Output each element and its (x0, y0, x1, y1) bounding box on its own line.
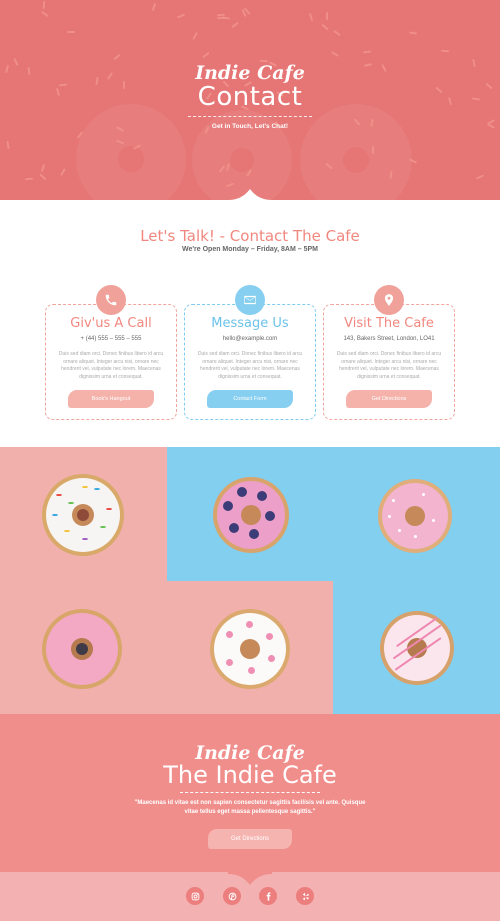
hero-sprinkle (330, 51, 339, 58)
hero-notch (228, 189, 272, 200)
get-directions-button[interactable]: Get Directions (346, 390, 432, 408)
donut-image (42, 474, 124, 556)
phone-icon (96, 285, 126, 315)
yelp-icon[interactable] (296, 887, 314, 905)
email-address[interactable]: hello@example.com (185, 336, 315, 342)
street-address: 143, Bakers Street, London, LO41 (343, 336, 435, 342)
get-directions-button[interactable]: Get Directions (208, 829, 292, 849)
donut-gallery (0, 447, 500, 714)
book-hangout-button[interactable]: Book's Hangout (68, 390, 154, 408)
phone-number[interactable]: + (44) 555 – 555 – 555 (46, 336, 176, 342)
pinterest-icon[interactable] (223, 887, 241, 905)
opening-hours: We're Open Monday – Friday, 8AM – 5PM (182, 246, 318, 253)
facebook-icon[interactable] (259, 887, 277, 905)
hero-sprinkle (362, 50, 371, 54)
hero-sprinkle (333, 29, 341, 37)
cafe-title: The Indie Cafe (163, 761, 337, 789)
donut-image (42, 609, 122, 689)
hero-sprinkle (60, 167, 66, 176)
hero-sprinkle (6, 140, 10, 149)
hero-sprinkle (151, 2, 156, 11)
hero-sprinkle (230, 21, 239, 28)
hero-sprinkle (42, 0, 46, 10)
envelope-icon (235, 285, 265, 315)
hero-sprinkle (67, 31, 76, 34)
contact-card-visit: Visit The Cafe 143, Bakers Street, Londo… (323, 285, 455, 420)
cafe-quote: "Maecenas id vitae est non sapien consec… (134, 800, 366, 815)
hero-subtitle: Get in Touch, Let's Chat! (211, 123, 289, 130)
hero-sprinkle (40, 10, 49, 18)
hero-script-title: Indie Cafe (195, 62, 305, 84)
card-description: Duis sed diam orci. Donec finibus libero… (58, 351, 164, 380)
donut-image (213, 477, 289, 553)
contact-card-message: Message Us hello@example.com Duis sed di… (184, 285, 316, 420)
footer-notch (228, 871, 272, 885)
hero-banner: Indie Cafe Contact Get in Touch, Let's C… (0, 0, 500, 200)
hero-divider (188, 116, 312, 117)
hero-sprinkle (202, 51, 210, 59)
instagram-icon[interactable] (186, 887, 204, 905)
card-title: Visit The Cafe (344, 316, 434, 331)
hero-sprinkle (408, 31, 417, 35)
donut-image (378, 479, 452, 553)
hero-sprinkle (321, 23, 329, 31)
donut-image (380, 611, 454, 685)
hero-sprinkle (113, 53, 122, 61)
contact-form-button[interactable]: Contact Form (207, 390, 293, 408)
card-title: Message Us (211, 316, 289, 331)
cafe-section: Indie Cafe The Indie Cafe "Maecenas id v… (0, 714, 500, 872)
hero-title: Contact (197, 82, 303, 112)
footer (0, 871, 500, 921)
hero-sprinkle (40, 163, 45, 173)
card-description: Duis sed diam orci. Donec finibus libero… (197, 351, 303, 380)
hero-sprinkle (326, 11, 329, 20)
section-title: Let's Talk! - Contact The Cafe (140, 227, 360, 245)
hero-donut-ghost (76, 104, 186, 200)
map-pin-icon (374, 285, 404, 315)
contact-card-call: Giv'us A Call + (44) 555 – 555 – 555 Dui… (45, 285, 177, 420)
hero-sprinkle (308, 13, 314, 22)
hero-sprinkle (217, 16, 226, 20)
card-description: Duis sed diam orci. Donec finibus libero… (336, 351, 442, 380)
hero-sprinkle (192, 31, 199, 40)
hero-sprinkle (24, 178, 33, 181)
hero-sprinkle (440, 49, 450, 53)
hero-sprinkle (39, 173, 47, 181)
card-title: Giv'us A Call (70, 316, 152, 331)
hero-sprinkle (176, 13, 185, 19)
cafe-divider (180, 792, 320, 793)
donut-image (210, 609, 290, 689)
hero-sprinkle (476, 174, 485, 180)
